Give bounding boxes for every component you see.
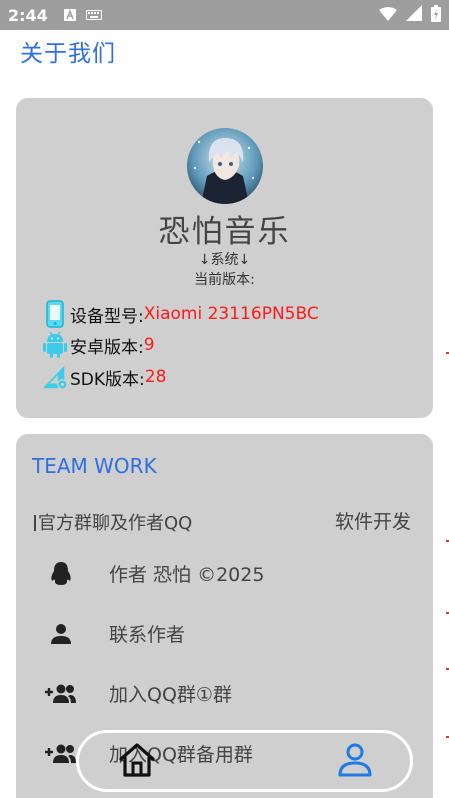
official-group-heading-text: 官方群聊及作者QQ	[38, 513, 193, 534]
group-add-icon	[44, 744, 78, 764]
author-row[interactable]: 作者 恐怕 ©2025	[44, 560, 264, 587]
android-icon	[42, 331, 68, 359]
signal-icon	[406, 5, 422, 25]
app-avatar	[187, 128, 263, 204]
home-icon	[118, 742, 156, 782]
team-title: TEAM WORK	[32, 454, 157, 478]
phone-icon	[42, 300, 68, 328]
bottom-nav	[76, 730, 413, 792]
sdk-version-row: SDK版本: 28	[42, 363, 166, 391]
android-version-value: 9	[143, 335, 155, 355]
qq-penguin-icon	[44, 561, 78, 587]
status-time: 2:44	[8, 5, 48, 25]
system-label: ↓系统↓	[198, 252, 251, 268]
official-group-heading: 官方群聊及作者QQ	[34, 509, 192, 535]
wifi-icon	[379, 6, 397, 25]
status-bar: 2:44	[0, 0, 449, 30]
nav-profile-button[interactable]	[335, 742, 375, 782]
page-title: 关于我们	[20, 41, 116, 67]
battery-icon	[431, 4, 441, 26]
sdk-version-value: 28	[144, 367, 167, 387]
author-label: 作者 恐怕 ©2025	[109, 564, 265, 586]
version-label: 当前版本:	[194, 272, 255, 288]
nav-home-button[interactable]	[117, 742, 157, 782]
person-icon	[44, 623, 78, 645]
device-model-value: Xiaomi 23116PN5BC	[143, 304, 319, 324]
sdk-version-label: SDK版本:	[70, 369, 145, 390]
group-add-icon	[44, 684, 78, 704]
android-version-label: 安卓版本:	[70, 337, 144, 358]
device-model-label: 设备型号:	[70, 306, 144, 327]
app-name: 恐怕音乐	[158, 214, 291, 250]
app-info-card: 恐怕音乐 ↓系统↓ 当前版本: 设备型号: Xiaomi 23116PN5BC 安…	[16, 98, 433, 418]
ruler-gear-icon	[42, 363, 68, 391]
android-version-row: 安卓版本: 9	[42, 331, 155, 359]
device-model-row: 设备型号: Xiaomi 23116PN5BC	[42, 300, 319, 328]
software-dev-heading: 软件开发	[334, 511, 411, 533]
join-qq-group-1-label: 加入QQ群①群	[109, 684, 232, 706]
a-icon	[63, 9, 76, 21]
person-icon	[337, 742, 373, 782]
contact-author-label: 联系作者	[109, 624, 186, 646]
contact-author-row[interactable]: 联系作者	[44, 620, 185, 647]
keyboard-icon	[85, 10, 102, 20]
join-qq-group-1-row[interactable]: 加入QQ群①群	[44, 680, 232, 707]
